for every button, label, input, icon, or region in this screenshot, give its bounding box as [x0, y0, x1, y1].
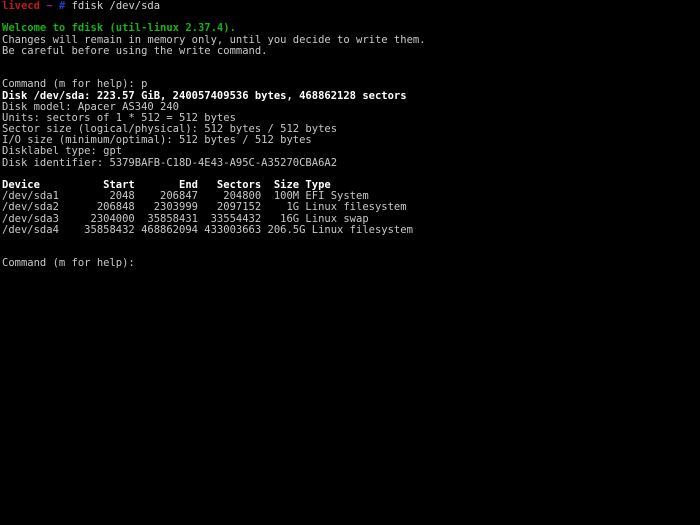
prompt-host: livecd	[2, 0, 40, 12]
disk-identifier-line: Disk identifier: 5379BAFB-C18D-4E43-A95C…	[2, 156, 338, 169]
disklabel-type-line: Disklabel type: gpt	[2, 145, 123, 158]
shell-prompt-line: livecd ~ # fdisk /dev/sda	[2, 0, 700, 12]
final-command-prompt[interactable]: Command (m for help):	[2, 258, 700, 269]
disk-summary-line: Disk /dev/sda: 223.57 GiB, 240057409536 …	[2, 89, 407, 102]
table-row: /dev/sda4 35858432 468862094 433003663 2…	[2, 223, 413, 236]
welcome-note-line-2: Be careful before using the write comman…	[2, 44, 268, 57]
prompt-command: fdisk /dev/sda	[71, 0, 161, 12]
command-print-line: Command (m for help): p	[2, 78, 148, 91]
terminal-window[interactable]: livecd ~ # fdisk /dev/sda Welcome to fdi…	[0, 0, 700, 525]
welcome-line: Welcome to fdisk (util-linux 2.37.4).	[2, 22, 236, 35]
table-row: /dev/sda2 206848 2303999 2097152 1G Linu…	[2, 201, 407, 214]
